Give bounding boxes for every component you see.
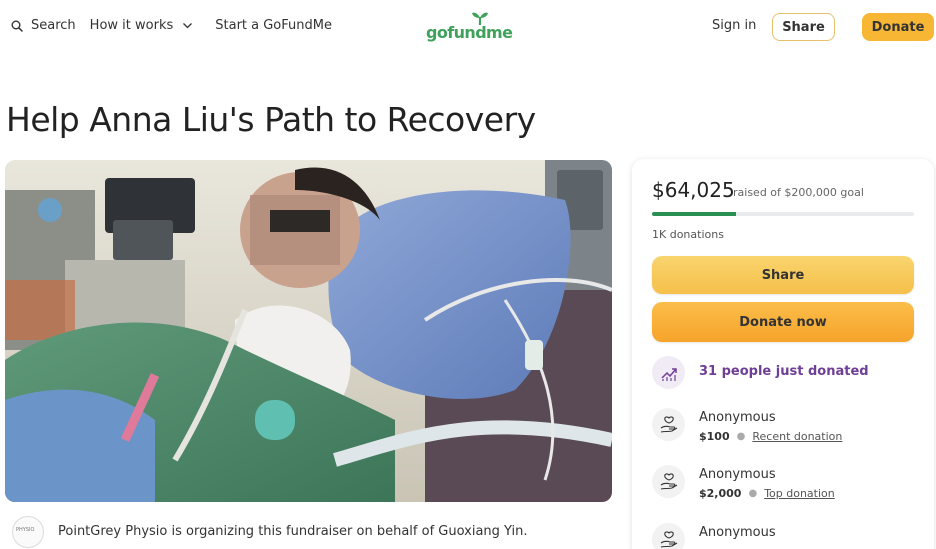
search-label: Search: [31, 18, 76, 33]
gofundme-logo[interactable]: gofundme: [426, 11, 518, 43]
nav-left-group: Search How it works Start a GoFundMe: [11, 18, 332, 33]
goal-text: raised of $200,000 goal: [733, 186, 864, 199]
separator-dot: ●: [736, 431, 746, 442]
organizer-avatar-logo-text: PHYSIO: [16, 527, 35, 533]
progress-bar: [652, 212, 914, 216]
share-button[interactable]: Share: [652, 256, 914, 294]
hospital-photo-illustration: [5, 160, 612, 502]
how-it-works-menu[interactable]: How it works: [90, 18, 194, 33]
search-link[interactable]: Search: [11, 18, 76, 33]
header-share-button[interactable]: Share: [772, 13, 835, 41]
donor-detail: $100 ● Recent donation: [699, 430, 842, 443]
chevron-down-icon: [183, 23, 193, 29]
search-icon: [11, 20, 23, 32]
trending-up-icon: [660, 367, 677, 381]
start-gofundme-link[interactable]: Start a GoFundMe: [215, 18, 332, 33]
fundraiser-photo: [5, 160, 612, 502]
donate-now-button[interactable]: Donate now: [652, 302, 914, 342]
donor-amount: $2,000: [699, 487, 742, 500]
organizer-statement: PointGrey Physio is organizing this fund…: [58, 524, 528, 539]
sign-in-link[interactable]: Sign in: [712, 18, 756, 33]
page-title: Help Anna Liu's Path to Recovery: [6, 100, 536, 139]
recent-donation-link[interactable]: Recent donation: [752, 430, 842, 443]
donor-amount: $100: [699, 430, 730, 443]
donor-name: Anonymous: [699, 467, 776, 482]
progress-bar-fill: [652, 212, 736, 216]
top-navigation: Search How it works Start a GoFundMe gof…: [0, 0, 936, 56]
how-it-works-label: How it works: [89, 18, 174, 33]
separator-dot: ●: [748, 488, 758, 499]
donation-hand-icon: [652, 523, 685, 549]
logo-text: gofundme: [426, 23, 513, 42]
donor-name: Anonymous: [699, 410, 776, 425]
start-gofundme-label: Start a GoFundMe: [215, 18, 332, 33]
donor-name: Anonymous: [699, 525, 776, 540]
top-donation-link[interactable]: Top donation: [764, 487, 835, 500]
header-donate-button[interactable]: Donate: [862, 13, 934, 41]
donation-hand-icon: [652, 408, 685, 441]
trending-badge: [652, 356, 685, 389]
amount-raised: $64,025: [652, 178, 735, 202]
recent-donors-text[interactable]: 31 people just donated: [699, 364, 869, 379]
donation-hand-icon: [652, 465, 685, 498]
organizer-avatar[interactable]: PHYSIO: [12, 516, 44, 548]
donor-detail: $2,000 ● Top donation: [699, 487, 835, 500]
donation-card: $64,025 raised of $200,000 goal 1K donat…: [632, 159, 934, 549]
donations-count: 1K donations: [652, 228, 724, 241]
